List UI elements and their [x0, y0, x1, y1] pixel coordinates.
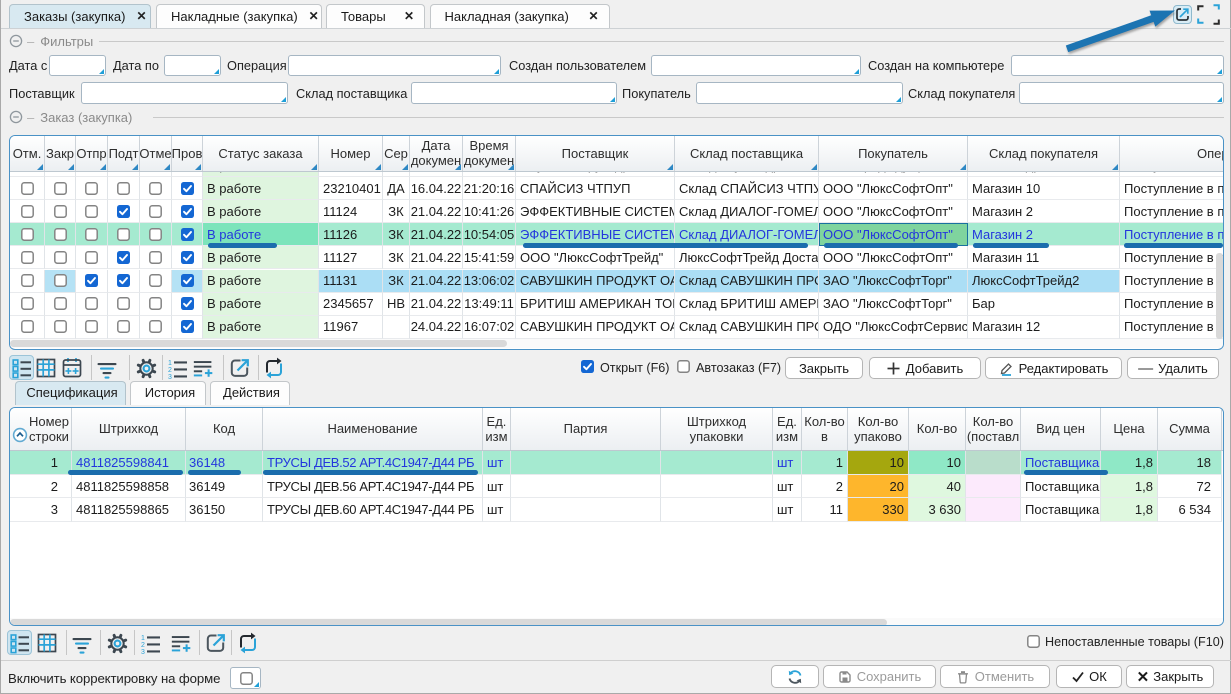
- svg-text:1: 1: [168, 360, 172, 367]
- svg-text:2: 2: [141, 642, 145, 649]
- svg-text:3: 3: [168, 374, 172, 380]
- svg-text:1: 1: [141, 635, 145, 642]
- svg-text:3: 3: [141, 649, 145, 655]
- svg-text:2: 2: [168, 367, 172, 374]
